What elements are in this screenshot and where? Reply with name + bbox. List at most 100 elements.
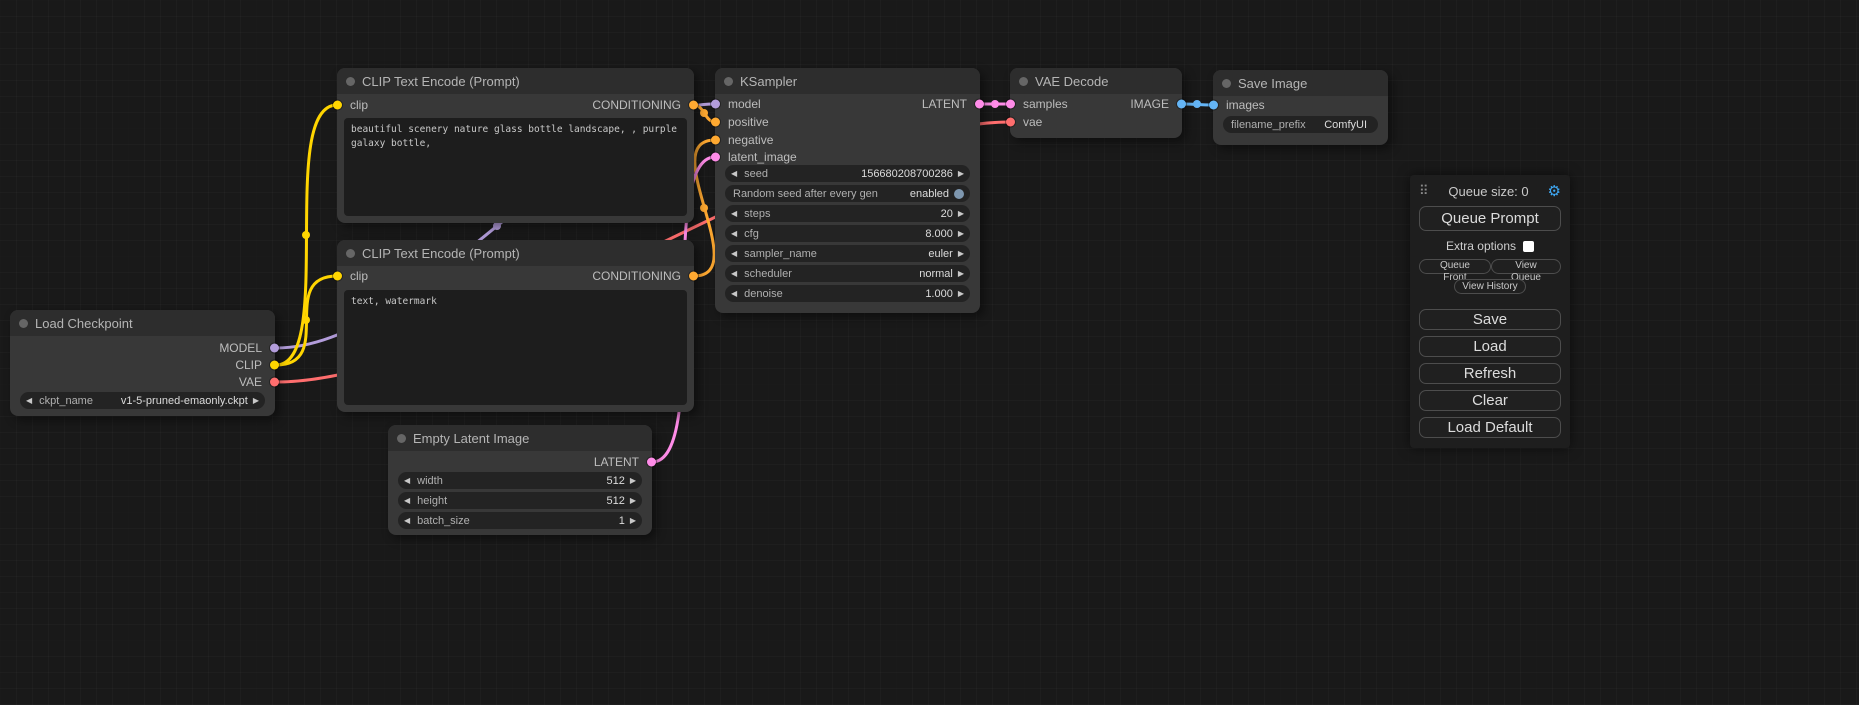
prompt-textarea[interactable]: beautiful scenery nature glass bottle la…: [344, 118, 687, 216]
arrow-left-icon[interactable]: ◀: [404, 516, 410, 525]
output-label: LATENT: [594, 455, 639, 469]
seed-widget[interactable]: ◀ seed 156680208700286 ▶: [725, 165, 970, 182]
collapse-dot[interactable]: [397, 434, 406, 443]
node-title: Empty Latent Image: [413, 431, 529, 446]
arrow-right-icon[interactable]: ▶: [958, 169, 964, 178]
node-title: KSampler: [740, 74, 797, 89]
arrow-right-icon[interactable]: ▶: [958, 249, 964, 258]
graph-canvas[interactable]: Load Checkpoint MODEL CLIP VAE ◀ ckpt_na…: [0, 0, 1859, 705]
input-dot-negative[interactable]: [711, 136, 720, 145]
arrow-left-icon[interactable]: ◀: [731, 289, 737, 298]
queue-prompt-button[interactable]: Queue Prompt: [1419, 206, 1561, 231]
widget-label: Random seed after every gen: [733, 188, 878, 200]
node-title: CLIP Text Encode (Prompt): [362, 74, 520, 89]
queue-menu-panel: ⠿ Queue size: 0 ⚙ Queue Prompt Extra opt…: [1410, 175, 1570, 448]
extra-options-checkbox[interactable]: [1523, 241, 1534, 252]
input-dot-samples[interactable]: [1006, 100, 1015, 109]
input-row-latent-image: latent_image: [715, 149, 980, 165]
output-dot-conditioning[interactable]: [689, 272, 698, 281]
scheduler-widget[interactable]: ◀ scheduler normal ▶: [725, 265, 970, 282]
node-empty-latent-image[interactable]: Empty Latent Image LATENT ◀ width 512 ▶ …: [388, 425, 652, 535]
output-dot-latent[interactable]: [975, 100, 984, 109]
arrow-left-icon[interactable]: ◀: [731, 209, 737, 218]
output-dot-clip[interactable]: [270, 361, 279, 370]
arrow-left-icon[interactable]: ◀: [404, 496, 410, 505]
node-title-bar[interactable]: CLIP Text Encode (Prompt): [337, 240, 694, 266]
node-clip-text-encode-positive[interactable]: CLIP Text Encode (Prompt) clip CONDITION…: [337, 68, 694, 223]
refresh-button[interactable]: Refresh: [1419, 363, 1561, 384]
sampler-name-widget[interactable]: ◀ sampler_name euler ▶: [725, 245, 970, 262]
node-save-image[interactable]: Save Image images filename_prefix ComfyU…: [1213, 70, 1388, 145]
height-widget[interactable]: ◀ height 512 ▶: [398, 492, 642, 509]
drag-handle-icon[interactable]: ⠿: [1419, 183, 1430, 199]
collapse-dot[interactable]: [1019, 77, 1028, 86]
node-title-bar[interactable]: Empty Latent Image: [388, 425, 652, 451]
cfg-widget[interactable]: ◀ cfg 8.000 ▶: [725, 225, 970, 242]
node-title-bar[interactable]: Save Image: [1213, 70, 1388, 96]
width-widget[interactable]: ◀ width 512 ▶: [398, 472, 642, 489]
arrow-left-icon[interactable]: ◀: [731, 169, 737, 178]
output-label: MODEL: [219, 341, 262, 355]
settings-gear-icon[interactable]: ⚙: [1548, 182, 1561, 200]
slot-row: clip CONDITIONING: [337, 268, 694, 284]
save-button[interactable]: Save: [1419, 309, 1561, 330]
arrow-left-icon[interactable]: ◀: [731, 229, 737, 238]
node-title-bar[interactable]: KSampler: [715, 68, 980, 94]
steps-widget[interactable]: ◀ steps 20 ▶: [725, 205, 970, 222]
arrow-right-icon[interactable]: ▶: [253, 396, 259, 405]
widget-value: 20: [941, 208, 958, 220]
wire-clip-negative: [276, 276, 337, 365]
output-dot-image[interactable]: [1177, 100, 1186, 109]
batch-size-widget[interactable]: ◀ batch_size 1 ▶: [398, 512, 642, 529]
arrow-right-icon[interactable]: ▶: [958, 289, 964, 298]
node-load-checkpoint[interactable]: Load Checkpoint MODEL CLIP VAE ◀ ckpt_na…: [10, 310, 275, 416]
load-button[interactable]: Load: [1419, 336, 1561, 357]
collapse-dot[interactable]: [1222, 79, 1231, 88]
widget-label: batch_size: [417, 515, 470, 527]
input-dot-model[interactable]: [711, 100, 720, 109]
node-clip-text-encode-negative[interactable]: CLIP Text Encode (Prompt) clip CONDITION…: [337, 240, 694, 412]
queue-front-button[interactable]: Queue Front: [1419, 259, 1491, 274]
output-dot-conditioning[interactable]: [689, 101, 698, 110]
arrow-left-icon[interactable]: ◀: [26, 396, 32, 405]
output-dot-model[interactable]: [270, 344, 279, 353]
load-default-button[interactable]: Load Default: [1419, 417, 1561, 438]
collapse-dot[interactable]: [19, 319, 28, 328]
arrow-right-icon[interactable]: ▶: [630, 516, 636, 525]
node-title-bar[interactable]: CLIP Text Encode (Prompt): [337, 68, 694, 94]
arrow-right-icon[interactable]: ▶: [958, 229, 964, 238]
view-queue-button[interactable]: View Queue: [1491, 259, 1561, 274]
node-ksampler[interactable]: KSampler model LATENT positive negative …: [715, 68, 980, 313]
widget-label: steps: [744, 208, 770, 220]
arrow-right-icon[interactable]: ▶: [630, 496, 636, 505]
denoise-widget[interactable]: ◀ denoise 1.000 ▶: [725, 285, 970, 302]
arrow-right-icon[interactable]: ▶: [630, 476, 636, 485]
node-title-bar[interactable]: VAE Decode: [1010, 68, 1182, 94]
collapse-dot[interactable]: [346, 77, 355, 86]
input-dot-clip[interactable]: [333, 272, 342, 281]
menu-header: ⠿ Queue size: 0 ⚙: [1419, 181, 1561, 201]
arrow-left-icon[interactable]: ◀: [731, 269, 737, 278]
arrow-right-icon[interactable]: ▶: [958, 209, 964, 218]
input-dot-vae[interactable]: [1006, 118, 1015, 127]
filename-prefix-widget[interactable]: filename_prefix ComfyUI: [1223, 116, 1378, 133]
node-title-bar[interactable]: Load Checkpoint: [10, 310, 275, 336]
arrow-left-icon[interactable]: ◀: [731, 249, 737, 258]
random-seed-toggle[interactable]: [954, 189, 964, 199]
input-dot-positive[interactable]: [711, 118, 720, 127]
random-seed-widget[interactable]: Random seed after every gen enabled: [725, 185, 970, 202]
ckpt-name-widget[interactable]: ◀ ckpt_name v1-5-pruned-emaonly.ckpt ▶: [20, 392, 265, 409]
collapse-dot[interactable]: [724, 77, 733, 86]
collapse-dot[interactable]: [346, 249, 355, 258]
output-dot-vae[interactable]: [270, 378, 279, 387]
node-vae-decode[interactable]: VAE Decode samples IMAGE vae: [1010, 68, 1182, 138]
input-dot-clip[interactable]: [333, 101, 342, 110]
input-dot-latent-image[interactable]: [711, 153, 720, 162]
prompt-textarea[interactable]: text, watermark: [344, 290, 687, 405]
input-dot-images[interactable]: [1209, 101, 1218, 110]
view-history-button[interactable]: View History: [1454, 279, 1525, 294]
arrow-right-icon[interactable]: ▶: [958, 269, 964, 278]
clear-button[interactable]: Clear: [1419, 390, 1561, 411]
arrow-left-icon[interactable]: ◀: [404, 476, 410, 485]
output-dot-latent[interactable]: [647, 458, 656, 467]
